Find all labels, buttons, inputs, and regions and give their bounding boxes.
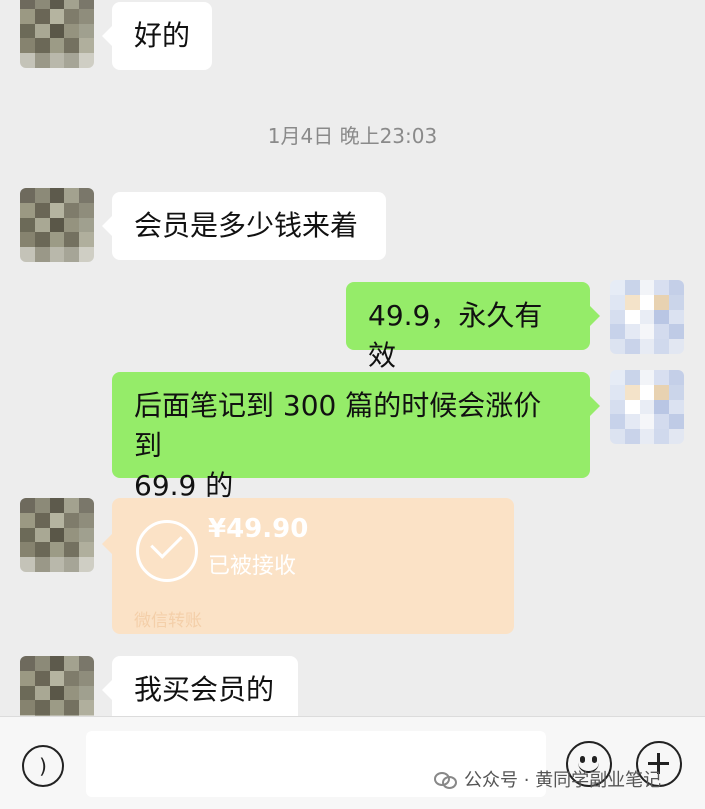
message-text: 49.9，永久有效 xyxy=(368,299,543,372)
my-avatar[interactable] xyxy=(610,280,684,354)
message-text: 我买会员的 xyxy=(134,673,275,706)
message-bubble-outgoing[interactable]: 49.9，永久有效 xyxy=(346,282,600,372)
message-bubble-outgoing[interactable]: 后面笔记到 300 篇的时候会涨价到 69.9 的 xyxy=(112,372,600,502)
input-bar: ) xyxy=(0,716,705,809)
contact-avatar[interactable] xyxy=(20,656,94,716)
message-bubble-incoming[interactable]: 会员是多少钱来着 xyxy=(102,192,386,260)
my-avatar[interactable] xyxy=(610,370,684,444)
voice-icon[interactable]: ) xyxy=(22,745,64,787)
message-bubble-incoming[interactable]: 我买会员的 xyxy=(102,656,298,716)
wechat-icon xyxy=(434,770,457,789)
transfer-status: 已被接收 xyxy=(208,554,297,579)
watermark: 公众号 · 黄同学副业笔记 xyxy=(434,766,661,792)
watermark-text: 公众号 · 黄同学副业笔记 xyxy=(464,770,662,791)
transfer-amount: ¥49.90 xyxy=(208,514,309,544)
message-timestamp: 1月4日 晚上23:03 xyxy=(267,124,438,148)
contact-avatar[interactable] xyxy=(20,498,94,572)
transfer-label: 微信转账 xyxy=(134,611,202,631)
check-circle-icon xyxy=(136,520,198,582)
message-text-line: 后面笔记到 300 篇的时候会涨价到 xyxy=(134,389,542,462)
message-text: 会员是多少钱来着 xyxy=(134,209,359,242)
chat-area[interactable]: 好的 1月4日 晚上23:03 会员是多少钱来着 49.9，永久有效 后面笔记到… xyxy=(0,0,705,716)
message-bubble-incoming[interactable]: 好的 xyxy=(102,2,212,70)
transfer-card[interactable]: ¥49.90 已被接收 微信转账 xyxy=(102,498,514,634)
contact-avatar[interactable] xyxy=(20,188,94,262)
contact-avatar[interactable] xyxy=(20,0,94,68)
message-text: 好的 xyxy=(134,19,191,52)
